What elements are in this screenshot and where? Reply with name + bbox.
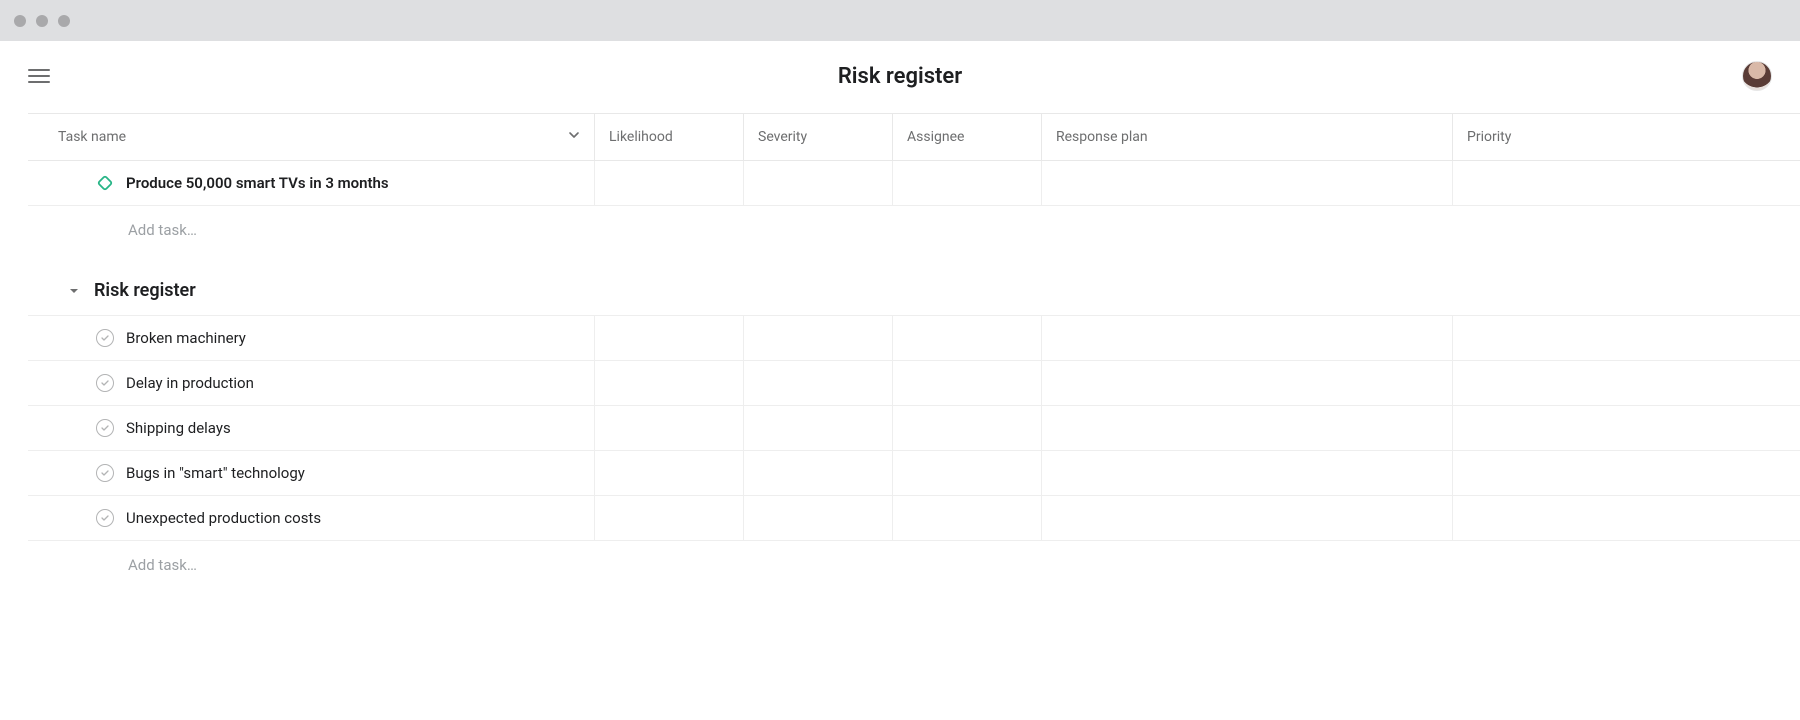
section-header[interactable]: Risk register bbox=[28, 254, 1800, 315]
cell-response-plan[interactable] bbox=[1041, 161, 1452, 205]
add-task-label: Add task… bbox=[128, 221, 197, 239]
window-titlebar bbox=[0, 0, 1800, 41]
cell-likelihood[interactable] bbox=[594, 161, 743, 205]
cell-priority[interactable] bbox=[1452, 496, 1594, 540]
column-header-likelihood[interactable]: Likelihood bbox=[594, 114, 743, 160]
column-header-label: Likelihood bbox=[609, 129, 673, 145]
task-name: Delay in production bbox=[126, 374, 254, 392]
task-row[interactable]: Broken machinery bbox=[28, 315, 1800, 361]
add-task-button[interactable]: Add task… bbox=[28, 206, 1800, 254]
traffic-light-minimize[interactable] bbox=[36, 15, 48, 27]
column-header-label: Assignee bbox=[907, 129, 964, 145]
check-circle-icon[interactable] bbox=[96, 509, 114, 527]
page-title: Risk register bbox=[838, 64, 962, 89]
column-header-label: Priority bbox=[1467, 129, 1511, 145]
cell-assignee[interactable] bbox=[892, 406, 1041, 450]
cell-assignee[interactable] bbox=[892, 316, 1041, 360]
cell-response-plan[interactable] bbox=[1041, 451, 1452, 495]
cell-priority[interactable] bbox=[1452, 451, 1594, 495]
cell-severity[interactable] bbox=[743, 496, 892, 540]
cell-severity[interactable] bbox=[743, 361, 892, 405]
user-avatar[interactable] bbox=[1742, 61, 1772, 91]
cell-response-plan[interactable] bbox=[1041, 361, 1452, 405]
chevron-down-icon[interactable] bbox=[568, 129, 580, 145]
task-row[interactable]: Unexpected production costs bbox=[28, 496, 1800, 541]
cell-assignee[interactable] bbox=[892, 451, 1041, 495]
task-row[interactable]: Bugs in "smart" technology bbox=[28, 451, 1800, 496]
cell-likelihood[interactable] bbox=[594, 496, 743, 540]
milestone-row[interactable]: Produce 50,000 smart TVs in 3 months bbox=[28, 161, 1800, 206]
task-name: Shipping delays bbox=[126, 419, 231, 437]
traffic-light-close[interactable] bbox=[14, 15, 26, 27]
task-row[interactable]: Delay in production bbox=[28, 361, 1800, 406]
cell-priority[interactable] bbox=[1452, 406, 1594, 450]
milestone-icon bbox=[96, 174, 114, 192]
cell-severity[interactable] bbox=[743, 161, 892, 205]
column-header-label: Response plan bbox=[1056, 129, 1148, 145]
column-header-response-plan[interactable]: Response plan bbox=[1041, 114, 1452, 160]
check-circle-icon[interactable] bbox=[96, 419, 114, 437]
column-header-assignee[interactable]: Assignee bbox=[892, 114, 1041, 160]
task-row[interactable]: Shipping delays bbox=[28, 406, 1800, 451]
cell-priority[interactable] bbox=[1452, 361, 1594, 405]
cell-likelihood[interactable] bbox=[594, 406, 743, 450]
menu-button[interactable] bbox=[28, 69, 50, 83]
check-circle-icon[interactable] bbox=[96, 329, 114, 347]
add-task-label: Add task… bbox=[128, 556, 197, 574]
column-header-label: Task name bbox=[58, 129, 126, 145]
column-header-label: Severity bbox=[758, 129, 807, 145]
task-name: Unexpected production costs bbox=[126, 509, 321, 527]
cell-assignee[interactable] bbox=[892, 361, 1041, 405]
cell-response-plan[interactable] bbox=[1041, 496, 1452, 540]
column-header-task-name[interactable]: Task name bbox=[28, 114, 594, 160]
cell-likelihood[interactable] bbox=[594, 451, 743, 495]
milestone-name: Produce 50,000 smart TVs in 3 months bbox=[126, 174, 389, 192]
cell-priority[interactable] bbox=[1452, 161, 1594, 205]
caret-down-icon bbox=[68, 285, 80, 297]
check-circle-icon[interactable] bbox=[96, 374, 114, 392]
cell-response-plan[interactable] bbox=[1041, 316, 1452, 360]
task-name: Bugs in "smart" technology bbox=[126, 464, 305, 482]
add-task-button[interactable]: Add task… bbox=[28, 541, 1800, 589]
cell-priority[interactable] bbox=[1452, 316, 1594, 360]
cell-assignee[interactable] bbox=[892, 161, 1041, 205]
cell-severity[interactable] bbox=[743, 451, 892, 495]
cell-likelihood[interactable] bbox=[594, 316, 743, 360]
app-header: Risk register bbox=[0, 41, 1800, 113]
cell-likelihood[interactable] bbox=[594, 361, 743, 405]
column-header-row: Task name Likelihood Severity Assignee R… bbox=[28, 113, 1800, 161]
task-name: Broken machinery bbox=[126, 329, 246, 347]
section-title: Risk register bbox=[94, 280, 196, 301]
cell-severity[interactable] bbox=[743, 316, 892, 360]
cell-severity[interactable] bbox=[743, 406, 892, 450]
check-circle-icon[interactable] bbox=[96, 464, 114, 482]
column-header-severity[interactable]: Severity bbox=[743, 114, 892, 160]
traffic-light-zoom[interactable] bbox=[58, 15, 70, 27]
cell-assignee[interactable] bbox=[892, 496, 1041, 540]
column-header-priority[interactable]: Priority bbox=[1452, 114, 1594, 160]
cell-response-plan[interactable] bbox=[1041, 406, 1452, 450]
